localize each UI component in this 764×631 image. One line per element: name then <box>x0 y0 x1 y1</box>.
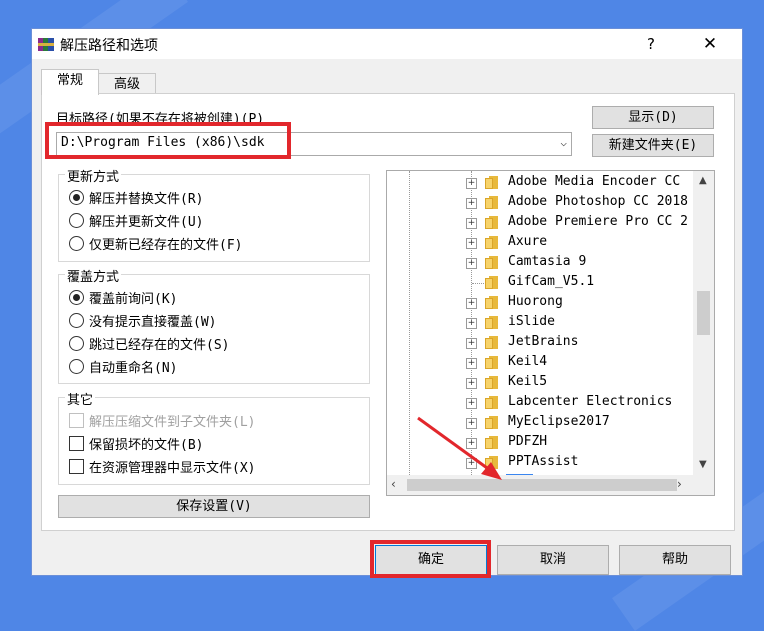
annotation-arrow <box>417 416 502 480</box>
arrow-shaft <box>417 416 495 475</box>
tab-general[interactable]: 常规 <box>41 69 99 95</box>
